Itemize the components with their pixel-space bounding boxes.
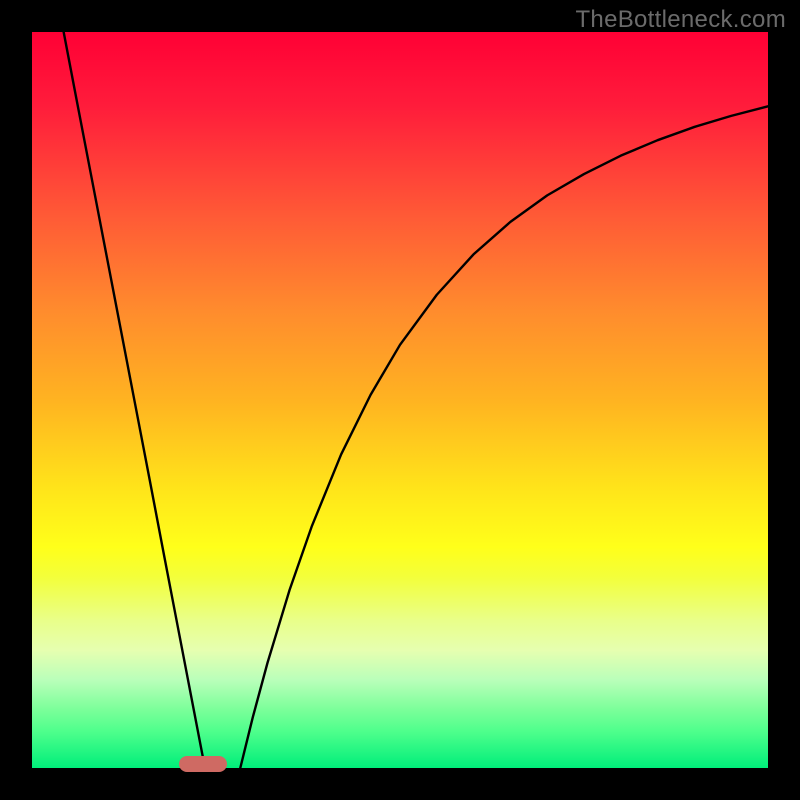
curves-svg: [32, 32, 768, 768]
plot-area: [32, 32, 768, 768]
watermark-text: TheBottleneck.com: [575, 6, 786, 34]
curve-right-branch: [240, 106, 768, 768]
curve-left-branch: [64, 32, 205, 768]
outer-frame: TheBottleneck.com: [0, 0, 800, 800]
optimal-marker: [179, 756, 227, 772]
